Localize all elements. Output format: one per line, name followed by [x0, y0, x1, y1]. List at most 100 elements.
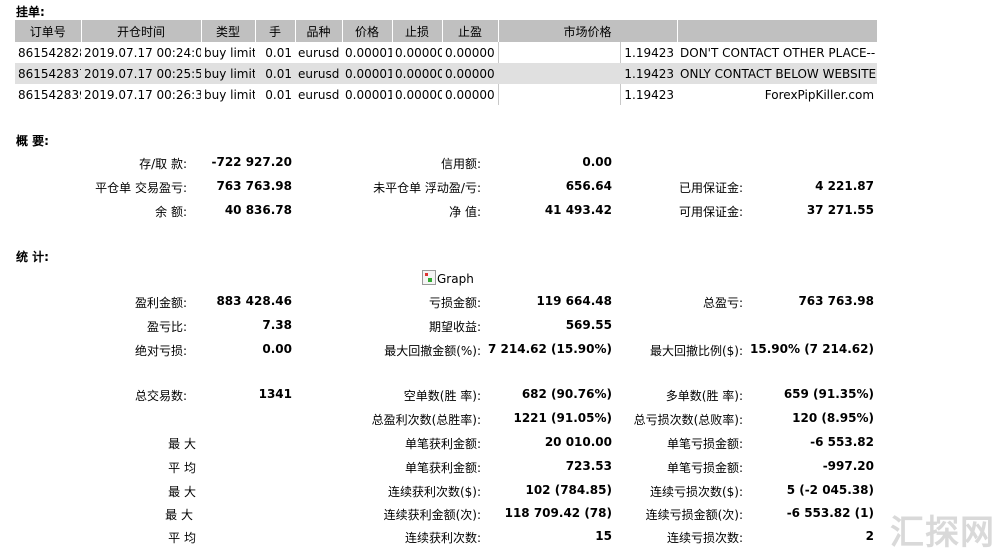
- total-trades-label: 总交易数:: [134, 389, 187, 403]
- max-consec-wins-value: 102 (784.85): [525, 483, 612, 497]
- col-header-type: 类型: [201, 20, 256, 42]
- col-header-lots: 手: [255, 20, 296, 42]
- cell-price: 0.00001: [342, 63, 392, 84]
- cell-ticket: 861542828: [18, 45, 81, 60]
- cell-take-profit: 0.00000: [442, 63, 498, 84]
- row-label-average-2: 平 均: [168, 531, 196, 545]
- broken-image-icon: [422, 270, 436, 285]
- abs-drawdown-label: 绝对亏损:: [134, 344, 187, 358]
- deposit-withdrawal-label: 存/取 款:: [139, 157, 187, 171]
- gross-loss-value: 119 664.48: [536, 294, 612, 308]
- total-pl-value: 763 763.98: [798, 294, 874, 308]
- avg-profit-value: 723.53: [565, 459, 612, 473]
- profit-factor-value: 7.38: [262, 318, 292, 332]
- cell-blank: [497, 84, 621, 105]
- loss-trades-label: 总亏损次数(总败率):: [633, 413, 743, 427]
- site-watermark: 汇探网: [890, 513, 995, 553]
- deposit-withdrawal-value: -722 927.20: [211, 155, 292, 169]
- balance-label: 余 额:: [155, 205, 187, 219]
- max-consec-wins-label: 连续获利次数($):: [387, 485, 481, 499]
- profit-factor-label: 盈亏比:: [146, 320, 187, 334]
- expected-payoff-label: 期望收益:: [428, 320, 481, 334]
- avg-consec-losses-label: 连续亏损次数:: [666, 531, 743, 545]
- cell-type: buy limit: [204, 87, 255, 102]
- cell-market-price: 1.19423: [624, 45, 675, 60]
- expected-payoff-value: 569.55: [565, 318, 612, 332]
- col-header-price: 价格: [342, 20, 393, 42]
- cell-ticket: 861542839: [18, 87, 81, 102]
- col-header-ticket: 订单号: [15, 20, 82, 42]
- cell-type: buy limit: [201, 63, 255, 84]
- largest-profit-label: 单笔获利金额:: [404, 437, 481, 451]
- profit-trades-value: 1221 (91.05%): [513, 411, 612, 425]
- balance-value: 40 836.78: [224, 203, 292, 217]
- cell-take-profit: 0.00000: [445, 45, 495, 60]
- cell-comment: ForexPipKiller.com: [764, 87, 875, 102]
- col-header-stop-loss: 止损: [392, 20, 443, 42]
- total-trades-value: 1341: [258, 387, 292, 401]
- max-drawdown-pct-label: 最大回撤比例($):: [649, 344, 743, 358]
- margin-used-value: 4 221.87: [815, 179, 874, 193]
- short-positions-value: 682 (90.76%): [521, 387, 612, 401]
- gross-profit-value: 883 428.46: [216, 294, 292, 308]
- avg-loss-label: 单笔亏损金额:: [666, 461, 743, 475]
- max-consec-profit-label: 连续获利金额(次):: [383, 508, 481, 522]
- largest-loss-value: -6 553.82: [810, 435, 874, 449]
- col-header-market-price: 市场价格: [498, 20, 678, 42]
- largest-profit-value: 20 010.00: [544, 435, 612, 449]
- summary-heading: 概 要:: [16, 134, 49, 148]
- gross-profit-label: 盈利金额:: [134, 296, 187, 310]
- graph-image-placeholder: Graph: [422, 270, 474, 286]
- max-consec-losses-value: 5 (-2 045.38): [786, 483, 874, 497]
- cell-blank: [497, 42, 621, 63]
- stats-heading: 统 计:: [16, 250, 49, 264]
- cell-symbol: eurusd: [298, 45, 340, 60]
- orders-header-row: 订单号 开仓时间 类型 手 品种 价格 止损 止盈 市场价格: [15, 20, 878, 42]
- avg-loss-value: -997.20: [822, 459, 874, 473]
- free-margin-value: 37 271.55: [806, 203, 874, 217]
- equity-value: 41 493.42: [544, 203, 612, 217]
- closed-pl-label: 平仓单 交易盈亏:: [95, 181, 187, 195]
- cell-lots: 0.01: [265, 87, 292, 102]
- largest-loss-label: 单笔亏损金额:: [666, 437, 743, 451]
- avg-profit-label: 单笔获利金额:: [404, 461, 481, 475]
- cell-stop-loss: 0.00000: [395, 45, 442, 60]
- row-label-average: 平 均: [168, 461, 196, 475]
- avg-consec-wins-value: 15: [595, 529, 612, 543]
- cell-stop-loss: 0.00000: [392, 63, 442, 84]
- cell-price: 0.00001: [345, 87, 392, 102]
- col-header-open-time: 开仓时间: [81, 20, 202, 42]
- cell-market-price: 1.19423: [624, 87, 675, 102]
- free-margin-label: 可用保证金:: [678, 205, 743, 219]
- cell-comment: ONLY CONTACT BELOW WEBSITE: [677, 63, 878, 84]
- cell-blank: [498, 63, 620, 84]
- cell-open-time: 2019.07.17 00:26:35: [84, 87, 201, 102]
- cell-ticket: 861542837: [15, 63, 81, 84]
- long-positions-value: 659 (91.35%): [783, 387, 874, 401]
- cell-open-time: 2019.07.17 00:24:07: [84, 45, 201, 60]
- max-consec-losses-label: 连续亏损次数($):: [649, 485, 743, 499]
- equity-label: 净 值:: [449, 205, 481, 219]
- credit-label: 信用额:: [440, 157, 481, 171]
- max-consec-loss-label: 连续亏损金额(次):: [645, 508, 743, 522]
- table-row: 861542828 2019.07.17 00:24:07 buy limit …: [15, 42, 877, 63]
- cell-stop-loss: 0.00000: [395, 87, 442, 102]
- margin-used-label: 已用保证金:: [678, 181, 743, 195]
- floating-pl-label: 未平仓单 浮动盈/亏:: [373, 181, 481, 195]
- row-label-max-2: 最 大: [165, 508, 193, 522]
- loss-trades-value: 120 (8.95%): [792, 411, 874, 425]
- cell-open-time: 2019.07.17 00:25:51: [81, 63, 201, 84]
- max-consec-loss-value: -6 553.82 (1): [786, 506, 874, 520]
- orders-table: 订单号 开仓时间 类型 手 品种 价格 止损 止盈 市场价格 861542828…: [15, 20, 878, 105]
- profit-trades-label: 总盈利次数(总胜率):: [371, 413, 481, 427]
- cell-symbol: eurusd: [298, 87, 340, 102]
- cell-type: buy limit: [204, 45, 255, 60]
- max-drawdown-pct-value: 15.90% (7 214.62): [750, 342, 874, 356]
- cell-symbol: eurusd: [295, 63, 342, 84]
- short-positions-label: 空单数(胜 率):: [403, 389, 481, 403]
- long-positions-label: 多单数(胜 率):: [665, 389, 743, 403]
- cell-lots: 0.01: [255, 63, 295, 84]
- floating-pl-value: 656.64: [565, 179, 612, 193]
- orders-heading: 挂单:: [16, 5, 45, 19]
- graph-alt-text: Graph: [437, 272, 474, 286]
